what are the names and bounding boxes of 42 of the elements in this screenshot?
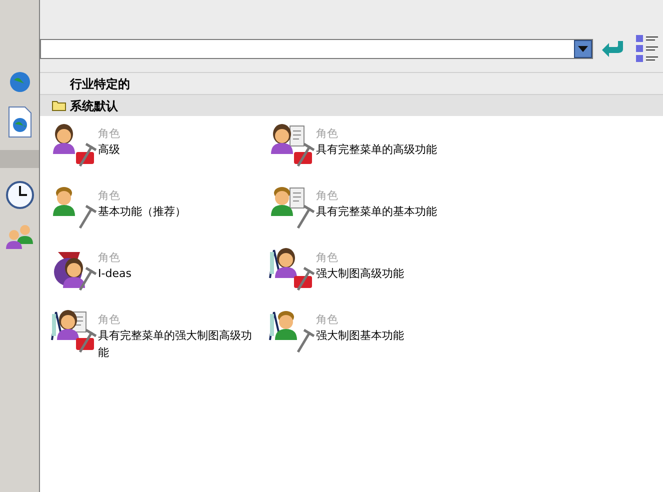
role-type: 角色 bbox=[316, 312, 339, 327]
group-header[interactable]: 行业特定的 bbox=[40, 72, 663, 94]
role-type: 角色 bbox=[98, 126, 121, 141]
clock-icon[interactable] bbox=[4, 180, 34, 210]
role-item[interactable]: 角色 强大制图高级功能 bbox=[268, 248, 663, 292]
users-icon[interactable] bbox=[4, 222, 36, 250]
group-label: 行业特定的 bbox=[70, 76, 130, 92]
role-item[interactable]: 角色 具有完整菜单的高级功能 bbox=[268, 124, 663, 168]
role-item[interactable]: 角色 I-deas bbox=[50, 248, 268, 292]
role-item[interactable]: 角色 强大制图基本功能 bbox=[268, 310, 663, 354]
role-name: 基本功能（推荐） bbox=[98, 204, 187, 220]
globe-icon bbox=[8, 70, 32, 94]
role-item[interactable]: 角色 高级 bbox=[50, 124, 268, 168]
role-type: 角色 bbox=[98, 188, 121, 203]
role-type: 角色 bbox=[98, 250, 121, 265]
role-type: 角色 bbox=[316, 188, 339, 203]
role-name: 具有完整菜单的基本功能 bbox=[316, 204, 438, 220]
path-dropdown[interactable] bbox=[40, 39, 593, 59]
role-item[interactable]: 角色 具有完整菜单的基本功能 bbox=[268, 186, 663, 230]
role-type: 角色 bbox=[98, 312, 121, 327]
role-name: I-deas bbox=[98, 266, 132, 282]
sidebar-separator bbox=[0, 150, 39, 168]
role-icon bbox=[268, 248, 316, 292]
role-icon bbox=[50, 124, 98, 168]
document-globe-icon[interactable] bbox=[6, 106, 32, 138]
role-type: 角色 bbox=[316, 126, 339, 141]
role-name: 强大制图高级功能 bbox=[316, 266, 405, 282]
role-name: 强大制图基本功能 bbox=[316, 328, 405, 344]
role-item[interactable]: 角色 基本功能（推荐） bbox=[50, 186, 268, 230]
role-name: 具有完整菜单的强大制图高级功能 bbox=[98, 328, 253, 361]
role-name: 高级 bbox=[98, 142, 121, 158]
list-view-icon[interactable] bbox=[635, 34, 659, 64]
role-icon bbox=[268, 186, 316, 230]
folder-icon bbox=[52, 100, 66, 111]
role-icon bbox=[50, 186, 98, 230]
role-icon bbox=[50, 310, 98, 354]
role-name: 具有完整菜单的高级功能 bbox=[316, 142, 438, 158]
group-header[interactable]: 系统默认 bbox=[40, 94, 663, 116]
role-type: 角色 bbox=[316, 250, 339, 265]
group-label: 系统默认 bbox=[70, 98, 118, 114]
role-icon bbox=[268, 310, 316, 354]
role-icon bbox=[268, 124, 316, 168]
